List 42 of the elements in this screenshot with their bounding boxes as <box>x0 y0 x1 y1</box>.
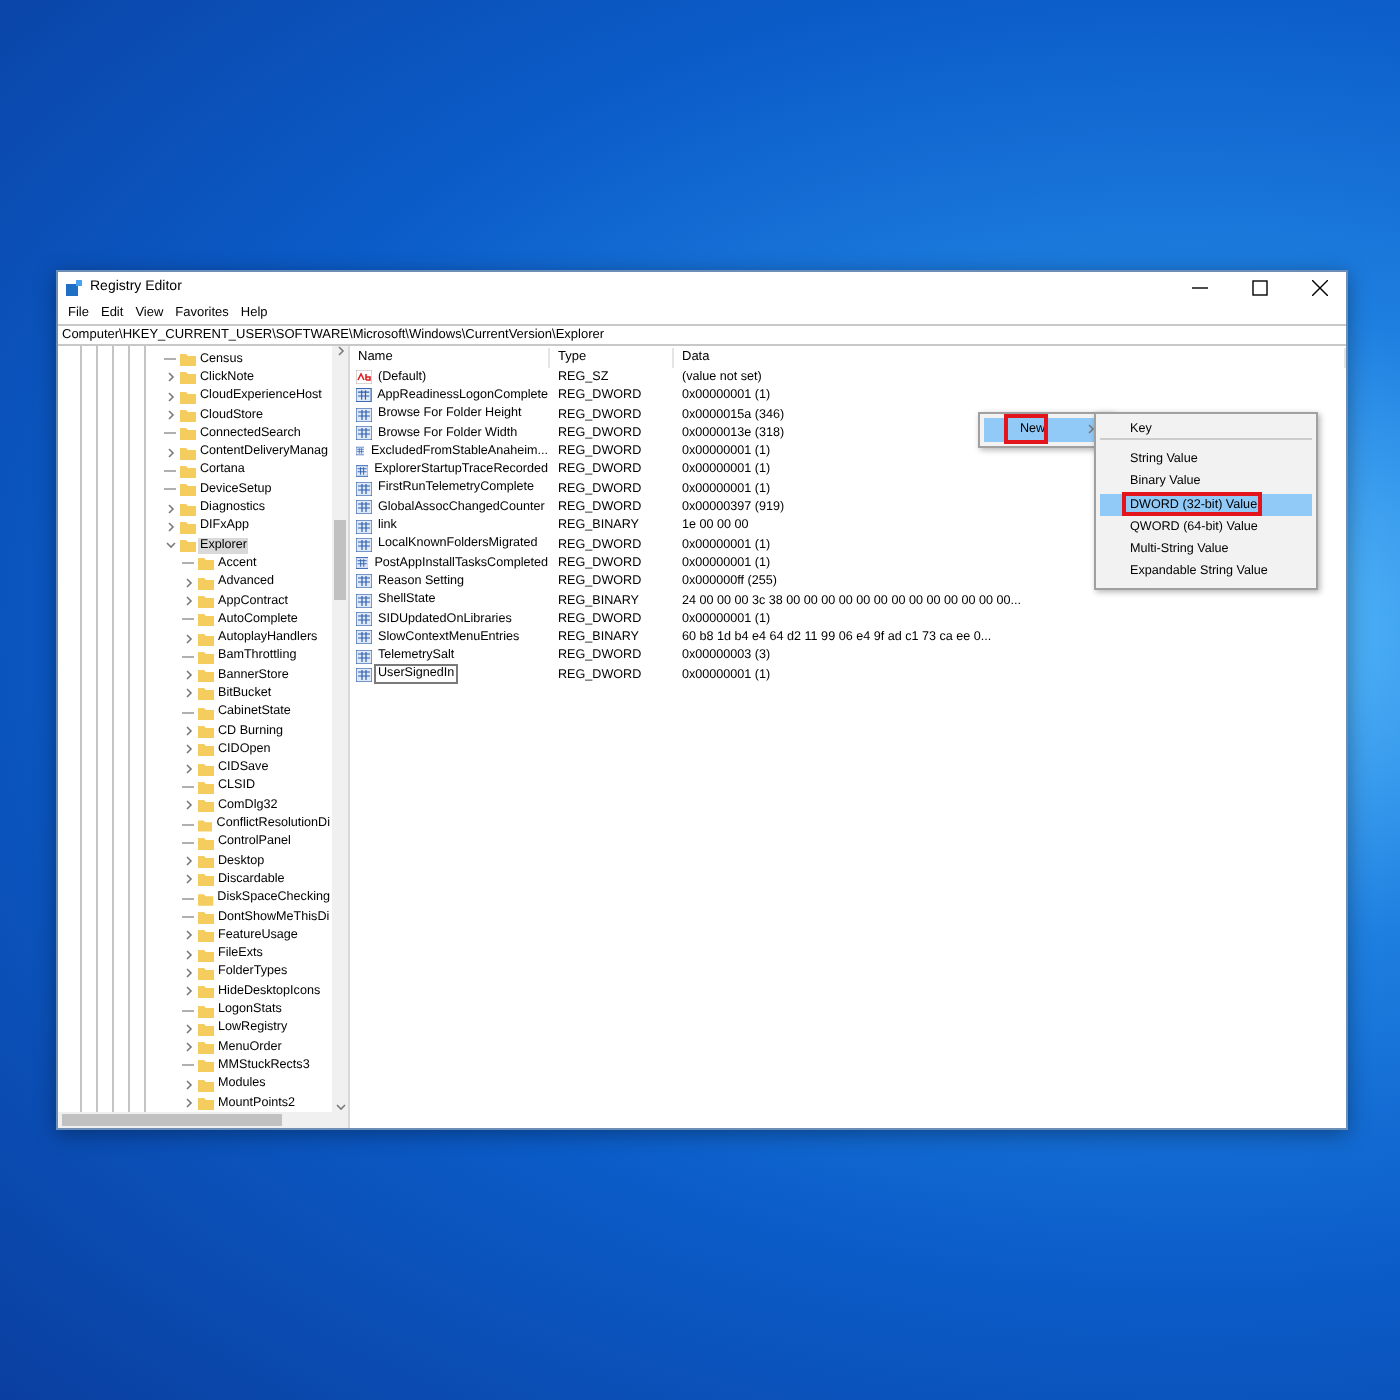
tree-connector-line <box>182 916 194 919</box>
tree-connector-line <box>182 841 194 844</box>
binary-value-icon <box>356 519 372 534</box>
tree-connector-line <box>182 618 194 621</box>
tree-connector-line <box>182 711 194 714</box>
close-icon <box>1312 279 1328 295</box>
expand-icon <box>183 800 193 811</box>
expand-icon <box>183 633 193 644</box>
tree-connector-line <box>164 469 176 472</box>
scroll-down-icon <box>335 1102 345 1112</box>
tree-connector-line <box>182 897 194 900</box>
binary-value-icon <box>356 667 372 682</box>
binary-value-icon <box>356 388 372 403</box>
binary-value-icon <box>356 593 372 608</box>
tree-connector-line <box>182 823 194 826</box>
collapse-icon <box>165 540 175 551</box>
binary-value-icon <box>356 537 372 552</box>
tree-connector-line <box>164 432 176 435</box>
binary-value-icon <box>356 463 369 478</box>
tree-connector-line <box>182 1064 194 1067</box>
string-value-icon <box>356 370 372 385</box>
expand-icon <box>165 447 175 458</box>
maximize-icon <box>1252 279 1268 295</box>
binary-value-icon <box>356 481 372 496</box>
tree-connector-line <box>182 562 194 565</box>
binary-value-icon <box>356 444 365 459</box>
binary-value-icon <box>356 612 372 626</box>
horizontal-scrollbar[interactable] <box>58 1112 348 1128</box>
binary-value-icon <box>356 556 369 571</box>
tree-connector-line <box>164 358 176 361</box>
tree-connector-line <box>182 785 194 788</box>
binary-value-icon <box>356 649 372 664</box>
binary-value-icon <box>356 630 372 645</box>
vertical-scrollbar[interactable] <box>332 346 348 1112</box>
binary-value-icon <box>356 500 372 515</box>
binary-value-icon <box>356 574 372 589</box>
binary-value-icon <box>356 407 372 422</box>
tree-connector-line <box>182 655 194 658</box>
binary-value-icon <box>356 426 372 441</box>
tree-connector-line <box>164 488 176 491</box>
registry-editor-icon <box>66 279 82 295</box>
tree-connector-line <box>182 1009 194 1012</box>
